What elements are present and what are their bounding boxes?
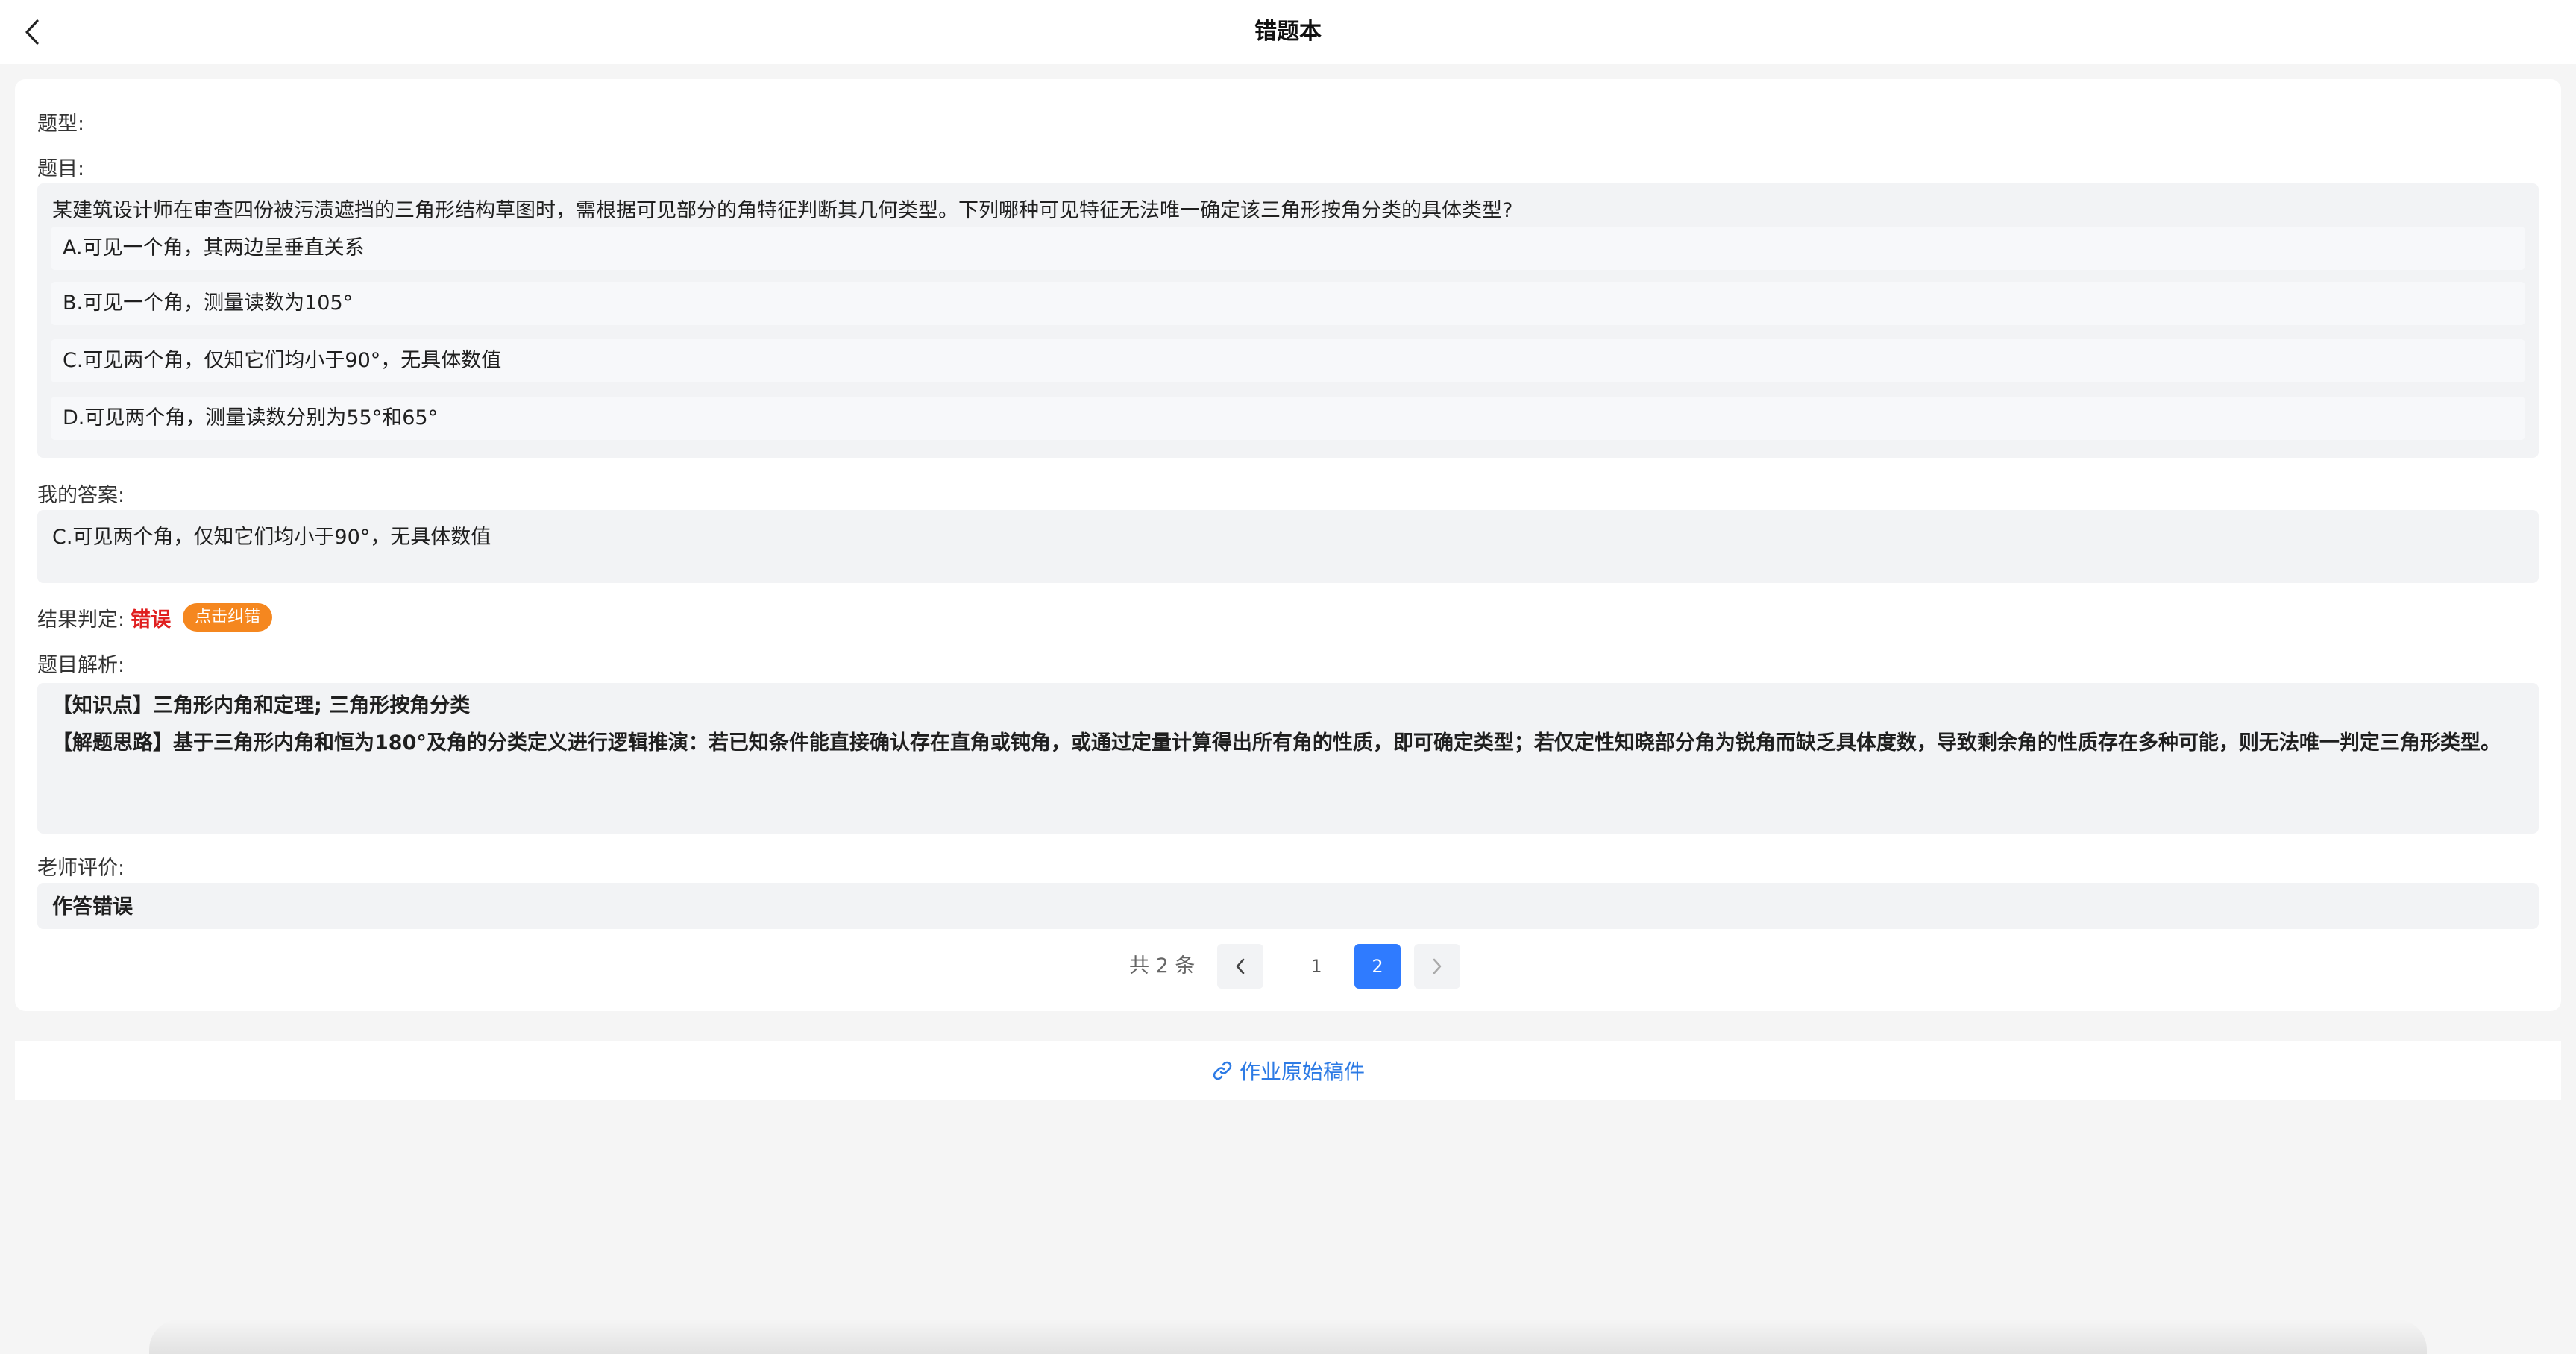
question-type-label: 题型: [37,113,85,136]
my-answer-label: 我的答案: [37,484,125,507]
original-draft-label: 作业原始稿件 [1239,1059,1365,1084]
result-row: 结果判定: 错误 点击纠错 [37,601,273,634]
pagination-prev-button[interactable] [1217,944,1263,989]
result-value: 错误 [131,608,172,632]
question-stem-text: 某建筑设计师在审查四份被污渍遮挡的三角形结构草图时，需根据可见部分的角特征判断其… [52,199,1513,222]
page-title: 错题本 [1254,19,1322,45]
analysis-knowledge: 【知识点】三角形内角和定理; 三角形按角分类 [52,694,471,717]
option-a[interactable]: A.可见一个角，其两边呈垂直关系 [51,227,2525,270]
chevron-right-icon [1433,958,1442,974]
chevron-left-icon [1236,958,1245,974]
bottom-shadow [149,1320,2427,1354]
pagination-page-2[interactable]: 2 [1354,944,1401,989]
header-bar: 错题本 [0,0,2576,64]
pagination: 共 2 条 1 2 [15,944,2561,989]
pagination-total: 共 2 条 [1129,954,1196,977]
analysis-approach: 【解题思路】基于三角形内角和恒为180°及角的分类定义进行逻辑推演：若已知条件能… [52,731,2501,755]
link-icon [1211,1059,1234,1082]
correct-error-button[interactable]: 点击纠错 [183,603,273,632]
question-stem-label: 题目: [37,157,85,180]
my-answer-box: C.可见两个角，仅知它们均小于90°，无具体数值 [37,510,2539,583]
teacher-comment-label: 老师评价: [37,857,125,880]
option-d[interactable]: D.可见两个角，测量读数分别为55°和65° [51,397,2525,440]
teacher-comment-box: 作答错误 [37,883,2539,929]
original-draft-bar: 作业原始稿件 [15,1041,2561,1100]
pagination-page-1[interactable]: 1 [1293,944,1339,989]
analysis-label: 题目解析: [37,654,125,677]
question-card: 题型: 题目: 某建筑设计师在审查四份被污渍遮挡的三角形结构草图时，需根据可见部… [15,79,2561,1011]
option-b[interactable]: B.可见一个角，测量读数为105° [51,282,2525,325]
my-answer-text: C.可见两个角，仅知它们均小于90°，无具体数值 [52,526,491,549]
pagination-next-button[interactable] [1414,944,1460,989]
result-label: 结果判定: [37,608,125,632]
teacher-comment-text: 作答错误 [52,895,133,919]
analysis-box: 【知识点】三角形内角和定理; 三角形按角分类 【解题思路】基于三角形内角和恒为1… [37,683,2539,834]
original-draft-link[interactable]: 作业原始稿件 [15,1041,2561,1100]
option-c[interactable]: C.可见两个角，仅知它们均小于90°，无具体数值 [51,339,2525,382]
question-box: 某建筑设计师在审查四份被污渍遮挡的三角形结构草图时，需根据可见部分的角特征判断其… [37,183,2539,458]
